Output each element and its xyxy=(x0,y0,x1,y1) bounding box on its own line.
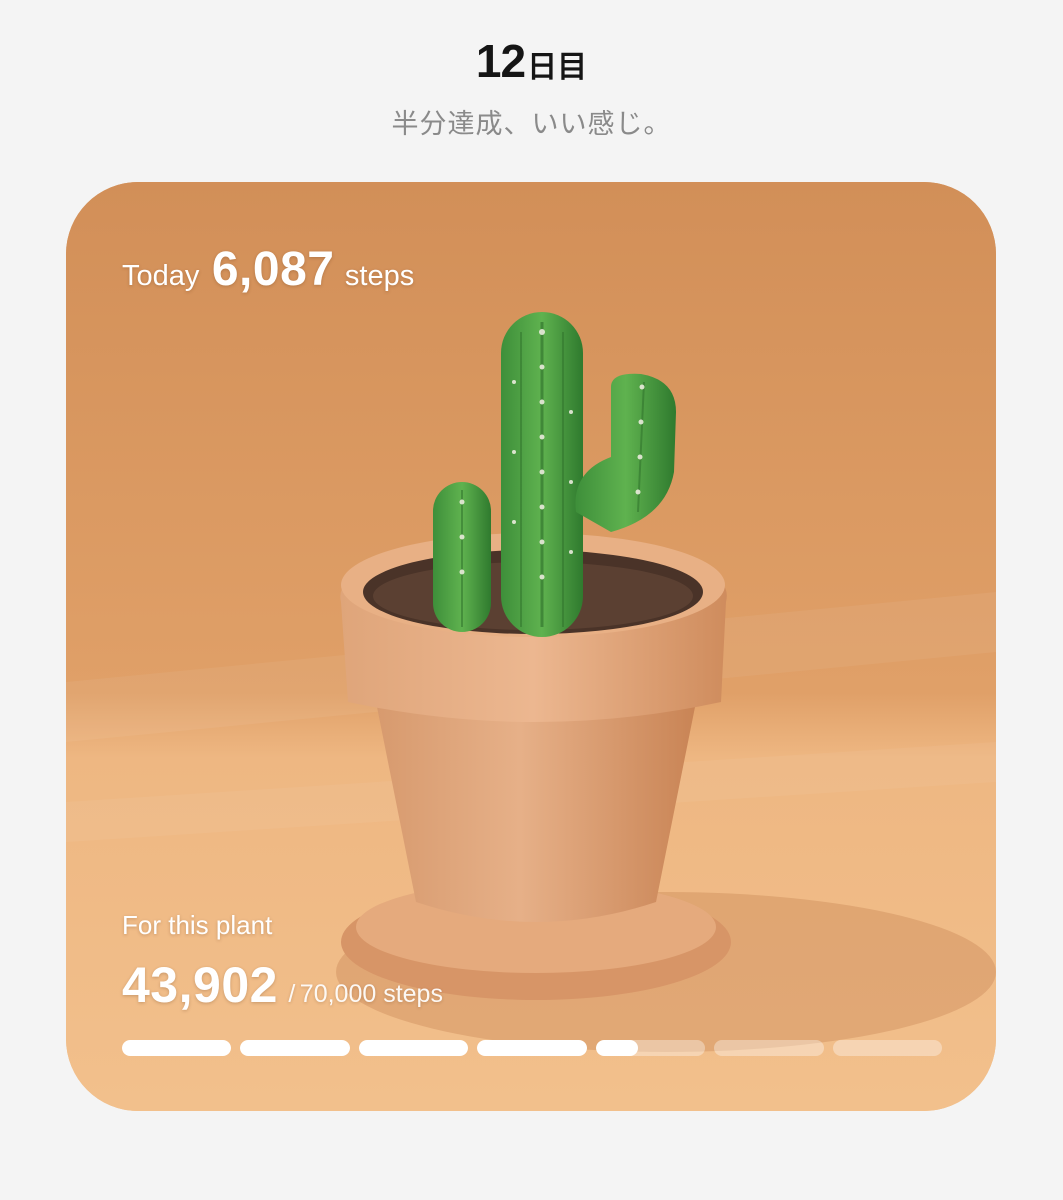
progress-segment xyxy=(714,1040,824,1056)
progress-segment xyxy=(477,1040,587,1056)
progress-segment xyxy=(240,1040,350,1056)
progress-segment-fill xyxy=(122,1040,232,1056)
progress-segment xyxy=(832,1040,942,1056)
plant-step-count: 43,902 / 70,000 steps xyxy=(122,956,443,1014)
progress-segment xyxy=(595,1040,706,1056)
today-unit: steps xyxy=(344,260,415,292)
today-label: Today xyxy=(122,260,200,292)
plant-separator: / xyxy=(288,980,296,1008)
progress-segment-fill xyxy=(358,1040,469,1056)
plant-current-steps: 43,902 xyxy=(122,957,278,1013)
progress-segment xyxy=(358,1040,469,1056)
day-suffix: 日目 xyxy=(527,50,588,85)
progress-message: 半分達成、いい感じ。 xyxy=(391,109,672,140)
plant-progress-label: For this plant xyxy=(122,910,273,940)
progress-segment-fill xyxy=(240,1040,350,1056)
day-header: 12日目 半分達成、いい感じ。 xyxy=(0,38,1063,141)
plant-progress-bar xyxy=(122,1040,942,1056)
progress-segment-fill xyxy=(595,1040,639,1056)
progress-segment-fill xyxy=(477,1040,587,1056)
today-steps: Today 6,087 steps xyxy=(122,242,414,297)
day-number: 12 xyxy=(475,35,526,87)
progress-segment xyxy=(122,1040,232,1056)
plant-goal-steps: 70,000 steps xyxy=(299,980,443,1008)
plant-card[interactable]: Today 6,087 steps For this plant 43,902 … xyxy=(66,182,996,1111)
day-title: 12日目 xyxy=(0,38,1063,84)
today-step-count: 6,087 xyxy=(211,243,335,296)
